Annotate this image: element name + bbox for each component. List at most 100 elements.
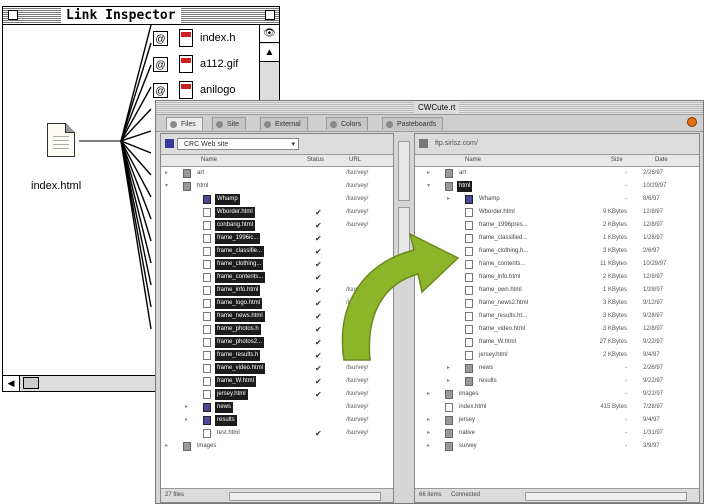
transfer-tab[interactable] bbox=[398, 141, 410, 201]
disclosure-triangle-icon[interactable]: ▸ bbox=[165, 440, 168, 453]
tab-colors[interactable]: Colors bbox=[326, 117, 369, 130]
site-select[interactable]: CRC Web site ▾ bbox=[177, 138, 299, 150]
html-file-icon[interactable] bbox=[47, 123, 75, 157]
file-row[interactable]: ▸ survey - 3/9/97 bbox=[415, 440, 699, 453]
horizontal-scrollbar[interactable] bbox=[229, 492, 381, 501]
folder-icon bbox=[445, 169, 453, 178]
file-size: - bbox=[625, 183, 627, 189]
scroll-left-arrow-icon[interactable]: ◀ bbox=[3, 376, 20, 391]
column-header-name[interactable]: Name bbox=[465, 155, 481, 166]
horizontal-scrollbar[interactable] bbox=[525, 492, 687, 501]
file-row[interactable]: ▸ results/lsurvey/ bbox=[161, 414, 393, 427]
file-size: 27 KBytes bbox=[599, 339, 627, 345]
file-name: frame_contents... bbox=[479, 261, 526, 267]
file-row[interactable]: ▸ news - 2/26/97 bbox=[415, 362, 699, 375]
file-row[interactable]: ▸ news/lsurvey/ bbox=[161, 401, 393, 414]
column-header-size[interactable]: Size bbox=[611, 155, 623, 166]
disclosure-triangle-icon[interactable]: ▸ bbox=[427, 388, 430, 401]
file-name: frame_classifie... bbox=[215, 246, 265, 257]
file-row[interactable]: ▸ images - 9/22/97 bbox=[415, 388, 699, 401]
file-name: jersey.html bbox=[215, 389, 248, 400]
disclosure-triangle-icon[interactable]: ▸ bbox=[447, 375, 450, 388]
file-date: 1/31/97 bbox=[643, 430, 664, 436]
file-name: frame_classified... bbox=[479, 235, 528, 241]
file-name: Wborder.html bbox=[215, 207, 255, 218]
close-box-icon[interactable] bbox=[8, 10, 18, 20]
file-url: /lsurvey/ bbox=[346, 196, 369, 202]
link-inspector-titlebar[interactable]: Link Inspector bbox=[3, 7, 279, 25]
link-name: anilogo bbox=[200, 84, 236, 96]
file-row[interactable]: ▸ art/lsurvey/ bbox=[161, 167, 393, 180]
file-date: 9/22/97 bbox=[643, 391, 664, 397]
tab-pasteboards[interactable]: Pasteboards bbox=[382, 117, 444, 130]
status-icon[interactable] bbox=[687, 117, 697, 127]
file-name: native bbox=[459, 430, 476, 436]
file-icon bbox=[203, 273, 211, 282]
disclosure-triangle-icon[interactable]: ▸ bbox=[185, 401, 188, 414]
link-name: index.h bbox=[200, 32, 236, 44]
file-date: 1/28/97 bbox=[643, 287, 664, 293]
folder-icon bbox=[445, 182, 453, 191]
disclosure-triangle-icon[interactable]: ▸ bbox=[165, 167, 168, 180]
file-size: 1 KBytes bbox=[602, 287, 627, 293]
scroll-up-arrow-icon[interactable]: ▲ bbox=[260, 44, 279, 62]
status-check-icon: ✔ bbox=[315, 208, 322, 217]
tab-site[interactable]: Site bbox=[212, 117, 247, 130]
file-name: html bbox=[197, 183, 209, 189]
disclosure-triangle-icon[interactable]: ▸ bbox=[427, 167, 430, 180]
file-name: test.html bbox=[217, 430, 240, 436]
status-check-icon: ✔ bbox=[315, 299, 322, 308]
column-headers: Name Status URL bbox=[161, 155, 393, 167]
file-name: frame_photos2... bbox=[215, 337, 265, 348]
gif-file-icon bbox=[179, 29, 193, 47]
file-row[interactable]: ▸ jersey - 9/4/97 bbox=[415, 414, 699, 427]
tab-external[interactable]: External bbox=[260, 117, 308, 130]
file-size: 2 KBytes bbox=[602, 222, 627, 228]
file-name: news bbox=[215, 402, 234, 413]
file-size: 11 KBytes bbox=[600, 261, 627, 267]
file-row[interactable]: test.html ✔ /lsurvey/ bbox=[161, 427, 393, 440]
eye-icon[interactable]: 👁 bbox=[260, 25, 279, 43]
file-row[interactable]: ▸ art - 2/26/97 bbox=[415, 167, 699, 180]
file-row[interactable]: index.html 415 Bytes 7/28/97 bbox=[415, 401, 699, 414]
site-window-titlebar[interactable]: CWCute.rt bbox=[156, 101, 703, 115]
column-header-name[interactable]: Name bbox=[201, 155, 217, 166]
remote-pane-footer: 66 items Connected bbox=[415, 488, 699, 502]
collapse-box-icon[interactable] bbox=[265, 10, 275, 20]
disclosure-triangle-icon[interactable]: ▸ bbox=[185, 414, 188, 427]
file-name: frame_info.html bbox=[479, 274, 521, 280]
file-icon bbox=[203, 325, 211, 334]
file-size: 3 KBytes bbox=[602, 248, 627, 254]
file-icon bbox=[203, 390, 211, 399]
file-row[interactable]: jersey.html ✔ /lsurvey/ bbox=[161, 388, 393, 401]
file-size: - bbox=[625, 378, 627, 384]
disclosure-triangle-icon[interactable]: ▸ bbox=[427, 427, 430, 440]
file-row[interactable]: ▾ html - 10/29/97 bbox=[415, 180, 699, 193]
scroll-thumb[interactable] bbox=[23, 377, 39, 389]
disclosure-triangle-icon[interactable]: ▸ bbox=[427, 440, 430, 453]
file-row[interactable]: ▸ images bbox=[161, 440, 393, 453]
file-row[interactable]: ▸ native - 1/31/97 bbox=[415, 427, 699, 440]
disclosure-triangle-icon[interactable]: ▾ bbox=[165, 180, 168, 193]
column-header-status[interactable]: Status bbox=[307, 155, 324, 166]
disclosure-triangle-icon[interactable]: ▸ bbox=[447, 193, 450, 206]
local-pane-toolbar: CRC Web site ▾ bbox=[161, 134, 393, 155]
file-row[interactable]: ▸ Whamp - 8/6/97 bbox=[415, 193, 699, 206]
file-icon bbox=[203, 377, 211, 386]
disclosure-triangle-icon[interactable]: ▸ bbox=[447, 362, 450, 375]
column-header-url[interactable]: URL bbox=[349, 155, 361, 166]
file-row[interactable]: Whamp/lsurvey/ bbox=[161, 193, 393, 206]
status-check-icon: ✔ bbox=[315, 325, 322, 334]
file-row[interactable]: ▾ html/lsurvey/ bbox=[161, 180, 393, 193]
disclosure-triangle-icon[interactable]: ▾ bbox=[427, 180, 430, 193]
file-row[interactable]: ▸ results - 9/22/97 bbox=[415, 375, 699, 388]
disclosure-triangle-icon[interactable]: ▸ bbox=[427, 414, 430, 427]
file-icon bbox=[203, 247, 211, 256]
tab-files[interactable]: Files bbox=[166, 117, 203, 130]
file-name-label: index.html bbox=[31, 180, 82, 192]
file-row[interactable]: frame_video.html ✔ /lsurvey/ bbox=[161, 362, 393, 375]
file-row[interactable]: frame_W.html ✔ /lsurvey/ bbox=[161, 375, 393, 388]
column-header-date[interactable]: Date bbox=[655, 155, 668, 166]
upload-arrow-icon bbox=[341, 232, 460, 361]
file-date: 12/8/97 bbox=[643, 222, 664, 228]
